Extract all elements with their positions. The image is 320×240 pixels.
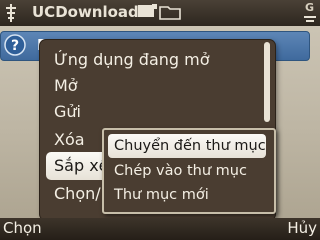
app-title: UCDownloade bbox=[32, 3, 149, 21]
phone-screen: UCDownloade G ? D Ứng dụng đang mở Mở Gử… bbox=[0, 0, 320, 240]
menu-scrollbar[interactable] bbox=[264, 42, 270, 122]
submenu-item-move-to-folder[interactable]: Chuyển đến thư mục bbox=[108, 134, 266, 158]
svg-text:?: ? bbox=[11, 38, 19, 54]
select-softkey[interactable]: Chọn bbox=[3, 219, 42, 237]
menu-item-delete[interactable]: Xóa bbox=[54, 126, 85, 154]
folder-icon bbox=[138, 4, 181, 20]
battery-icon bbox=[304, 16, 316, 22]
sort-submenu: Chuyển đến thư mục Chép vào thư mục Thư … bbox=[102, 128, 276, 214]
softkey-bar: Chọn Hủy bbox=[0, 218, 320, 240]
cancel-softkey[interactable]: Hủy bbox=[287, 219, 317, 237]
menu-item-open-apps[interactable]: Ứng dụng đang mở bbox=[54, 46, 210, 74]
help-icon: ? bbox=[4, 34, 26, 56]
network-indicator: G bbox=[304, 1, 314, 14]
menu-item-send[interactable]: Gửi bbox=[54, 98, 81, 126]
signal-icon bbox=[6, 4, 16, 22]
submenu-item-new-folder[interactable]: Thư mục mới bbox=[114, 183, 209, 207]
status-bar: UCDownloade G bbox=[0, 0, 320, 26]
menu-item-open[interactable]: Mở bbox=[54, 72, 78, 100]
submenu-item-copy-to-folder[interactable]: Chép vào thư mục bbox=[114, 159, 247, 183]
